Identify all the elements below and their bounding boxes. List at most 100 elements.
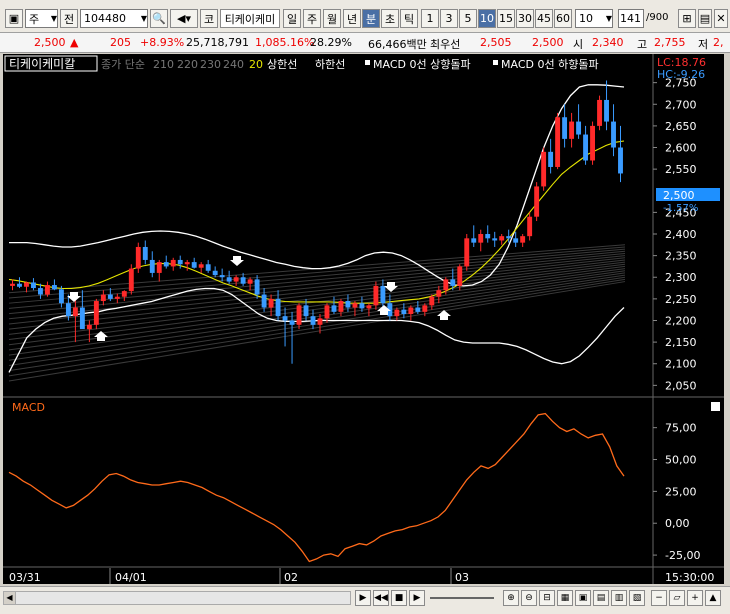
period-year-button[interactable]: 년 bbox=[343, 9, 361, 28]
save-icon[interactable]: ▥ bbox=[611, 590, 627, 606]
chart-type-icon[interactable]: ⊟ bbox=[539, 590, 555, 606]
candle-body bbox=[191, 262, 197, 268]
price-tick-label: 2,400 bbox=[665, 228, 697, 241]
interval-1-button[interactable]: 1 bbox=[421, 9, 439, 28]
candle-body bbox=[240, 277, 246, 284]
stock-name-field[interactable]: 티케이케미 bbox=[220, 9, 280, 28]
stop-icon[interactable]: ■ bbox=[391, 590, 407, 606]
candle-body bbox=[10, 283, 15, 286]
date-label-02: 02 bbox=[284, 571, 298, 584]
candle-body bbox=[170, 259, 176, 267]
candle-body bbox=[597, 99, 602, 126]
candle-body bbox=[205, 264, 211, 271]
candle-body bbox=[359, 303, 365, 309]
candle-body bbox=[604, 99, 609, 122]
stock-chart[interactable]: 티케이케미칼 종가 단순 210 220 230 240 20 상한선 하한선 … bbox=[3, 54, 724, 584]
chart-scrollbar[interactable]: ◀ bbox=[3, 591, 351, 605]
layout-icon[interactable]: ▣ bbox=[575, 590, 591, 606]
volume-pct: 1,085.16% bbox=[255, 36, 315, 49]
macd-up-marker-icon bbox=[365, 60, 370, 65]
interval-5-button[interactable]: 5 bbox=[459, 9, 477, 28]
candle-body bbox=[492, 238, 498, 241]
ko-button[interactable]: 코 bbox=[200, 9, 218, 28]
interval-30-button[interactable]: 30 bbox=[516, 9, 534, 28]
interval-15-button[interactable]: 15 bbox=[497, 9, 515, 28]
step-back-icon[interactable]: ◀◀ bbox=[373, 590, 389, 606]
interval-45-button[interactable]: 45 bbox=[535, 9, 553, 28]
macd-panel-close-icon[interactable] bbox=[711, 402, 720, 411]
print-icon[interactable]: ▤ bbox=[593, 590, 609, 606]
volume: 25,718,791 bbox=[186, 36, 249, 49]
candle-body bbox=[317, 318, 323, 325]
price-tick-label: 2,200 bbox=[665, 314, 697, 327]
market-value: 주 bbox=[29, 12, 40, 26]
bollinger-lower-line bbox=[8, 287, 625, 373]
macd-title: MACD bbox=[12, 401, 45, 414]
second-button[interactable]: 초 bbox=[381, 9, 399, 28]
chart-area[interactable]: 티케이케미칼 종가 단순 210 220 230 240 20 상한선 하한선 … bbox=[3, 54, 724, 584]
price-tick-label: 2,050 bbox=[665, 379, 697, 392]
candle-body bbox=[485, 234, 491, 239]
compare-icon[interactable]: ▦ bbox=[557, 590, 573, 606]
low-label: 저 bbox=[698, 38, 709, 51]
candle-body bbox=[17, 283, 22, 287]
chart-menu-icon[interactable]: ▣ bbox=[5, 9, 23, 28]
candle-body bbox=[513, 238, 519, 243]
count-select[interactable]: 10 ▼ bbox=[575, 9, 613, 28]
candle-body bbox=[464, 238, 470, 267]
export-icon[interactable]: ▧ bbox=[629, 590, 645, 606]
macd-tick-label: 50,00 bbox=[665, 454, 697, 467]
candle-body bbox=[149, 259, 155, 273]
settings-icon[interactable]: ▤ bbox=[698, 9, 712, 28]
candle-body bbox=[583, 134, 589, 161]
zoom-out-icon[interactable]: ⊖ bbox=[521, 590, 537, 606]
zoom-in-icon[interactable]: ⊕ bbox=[503, 590, 519, 606]
candle-body bbox=[506, 236, 512, 239]
candle-body bbox=[44, 285, 50, 295]
page-total: /900 bbox=[646, 12, 669, 23]
candle-body bbox=[310, 316, 316, 325]
macd-down-marker-icon bbox=[493, 60, 498, 65]
grid-icon[interactable]: ⊞ bbox=[678, 9, 696, 28]
close-icon[interactable]: ✕ bbox=[714, 9, 728, 28]
candle-body bbox=[107, 294, 113, 299]
sell-signal-arrow-icon bbox=[230, 256, 244, 266]
best-ask: 2,505 bbox=[480, 36, 512, 49]
minus-icon[interactable]: − bbox=[651, 590, 667, 606]
current-pct-tag: -1.57% bbox=[663, 203, 698, 214]
page-counter-input[interactable]: 141 bbox=[618, 9, 644, 28]
period-week-button[interactable]: 주 bbox=[303, 9, 321, 28]
play-icon[interactable]: ▶ bbox=[409, 590, 425, 606]
period-month-button[interactable]: 월 bbox=[323, 9, 341, 28]
high-price: 2,755 bbox=[654, 36, 686, 49]
period-day-button[interactable]: 일 bbox=[283, 9, 301, 28]
plus-icon[interactable]: + bbox=[687, 590, 703, 606]
stock-code-input[interactable]: 104480 ▼ bbox=[80, 9, 148, 28]
interval-10-button[interactable]: 10 bbox=[478, 9, 496, 28]
tick-button[interactable]: 틱 bbox=[400, 9, 418, 28]
price-tick-label: 2,250 bbox=[665, 293, 697, 306]
scroll-left-icon[interactable]: ◀ bbox=[4, 592, 16, 604]
interval-60-button[interactable]: 60 bbox=[554, 9, 572, 28]
candle-body bbox=[79, 307, 85, 330]
candle-body bbox=[555, 117, 561, 167]
best-ask-label: 최우선 bbox=[430, 38, 461, 51]
scroll-right-icon[interactable]: ▶ bbox=[355, 590, 371, 606]
high-label: 고 bbox=[637, 38, 648, 51]
up-icon[interactable]: ▲ bbox=[705, 590, 721, 606]
candle-body bbox=[373, 285, 379, 306]
candle-body bbox=[72, 307, 78, 317]
speaker-icon[interactable]: ◀▾ bbox=[170, 9, 198, 28]
jeon-button[interactable]: 전 bbox=[60, 9, 78, 28]
candle-body bbox=[541, 151, 547, 187]
zoom-slider[interactable] bbox=[430, 597, 494, 599]
candle-body bbox=[415, 307, 421, 312]
minute-button[interactable]: 분 bbox=[362, 9, 380, 28]
interval-3-button[interactable]: 3 bbox=[440, 9, 458, 28]
search-icon[interactable]: 🔍 bbox=[150, 9, 168, 28]
market-select[interactable]: 주 ▼ bbox=[25, 9, 58, 28]
fit-icon[interactable]: ▱ bbox=[669, 590, 685, 606]
ma-fan-line bbox=[8, 259, 626, 330]
current-price: 2,500 bbox=[34, 36, 66, 49]
candle-body bbox=[527, 216, 533, 237]
